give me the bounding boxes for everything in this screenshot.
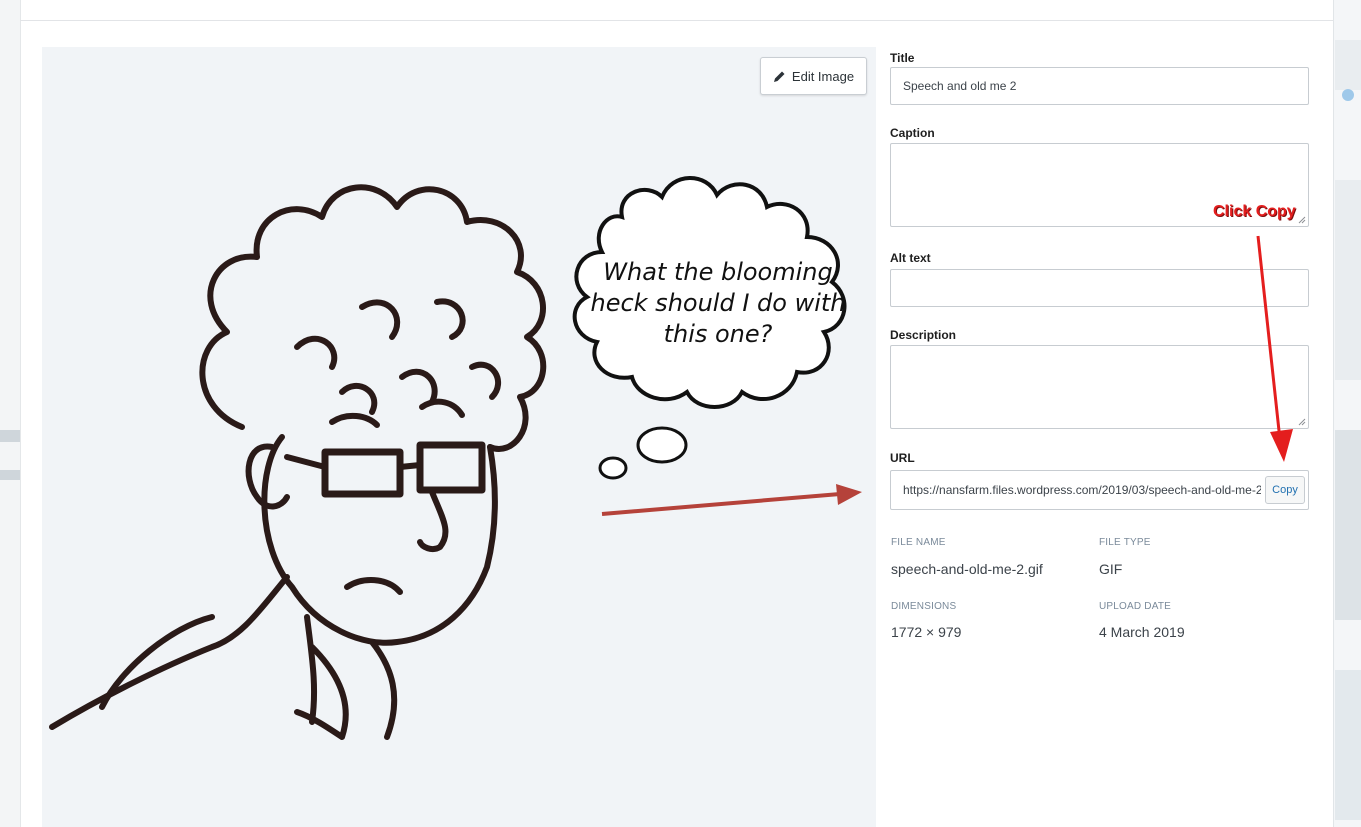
title-value: Speech and old me 2: [903, 79, 1017, 93]
glasses-bridge: [397, 462, 423, 470]
upload-date-value: 4 March 2019: [1099, 624, 1185, 640]
backdrop-block: [1335, 40, 1361, 90]
upload-date-label: UPLOAD DATE: [1099, 601, 1172, 612]
shoulder: [369, 639, 398, 740]
click-copy-annotation: Click Copy: [1213, 203, 1296, 220]
alt-text-label: Alt text: [890, 251, 931, 265]
title-input[interactable]: Speech and old me 2: [890, 67, 1309, 105]
speech-line-3: this one?: [663, 320, 773, 348]
url-label: URL: [890, 451, 915, 465]
mouth: [344, 577, 403, 595]
resize-grip-icon[interactable]: [1298, 216, 1306, 224]
edit-image-label: Edit Image: [791, 68, 855, 84]
face-outline: [261, 434, 498, 646]
file-name-value: speech-and-old-me-2.gif: [891, 561, 1043, 577]
backdrop-bar: [0, 430, 20, 442]
dimensions-label: DIMENSIONS: [891, 601, 957, 612]
caption-label: Caption: [890, 126, 935, 140]
collar: [294, 614, 349, 740]
glasses-arm: [284, 454, 328, 470]
speech-line-1: What the blooming: [603, 258, 833, 286]
eyebrow-left: [329, 412, 380, 428]
backdrop-block: [1335, 430, 1361, 620]
neck-shirt: [49, 574, 290, 730]
title-label: Title: [890, 51, 915, 65]
arm: [99, 614, 215, 710]
red-arrow-head: [1270, 429, 1293, 462]
cartoon-image: [49, 176, 847, 740]
alt-text-input[interactable]: [890, 269, 1309, 307]
backdrop-right-strip: [1333, 0, 1361, 827]
dimensions-value: 1772 × 979: [891, 624, 962, 640]
backdrop-dot: [1342, 89, 1354, 101]
file-type-value: GIF: [1099, 561, 1123, 577]
glasses-right: [416, 441, 486, 494]
url-input[interactable]: https://nansfarm.files.wordpress.com/201…: [890, 470, 1309, 510]
file-name-label: FILE NAME: [891, 537, 946, 548]
backdrop-bar: [0, 470, 20, 480]
url-value: https://nansfarm.files.wordpress.com/201…: [903, 483, 1261, 497]
speech-bubble-text: What the blooming heck should I do with …: [568, 257, 868, 350]
image-preview: What the blooming heck should I do with …: [42, 47, 876, 827]
speech-line-2: heck should I do with: [590, 289, 846, 317]
copy-url-button[interactable]: Copy: [1265, 476, 1305, 504]
glasses-left: [321, 448, 404, 498]
hair-curls: [294, 298, 501, 415]
eyebrow-right: [419, 398, 465, 418]
file-type-label: FILE TYPE: [1099, 537, 1151, 548]
description-label: Description: [890, 328, 957, 342]
thought-dot-large: [636, 426, 688, 464]
thought-dot-small: [598, 456, 628, 480]
edit-image-button[interactable]: Edit Image: [760, 57, 867, 95]
resize-grip-icon[interactable]: [1298, 418, 1306, 426]
description-textarea[interactable]: [890, 345, 1309, 429]
pencil-icon: [773, 71, 785, 82]
backdrop-block: [1335, 180, 1361, 380]
top-divider: [20, 20, 1333, 21]
backdrop-block: [1335, 670, 1361, 820]
nose: [417, 489, 449, 553]
backdrop-left-strip: [0, 0, 21, 827]
